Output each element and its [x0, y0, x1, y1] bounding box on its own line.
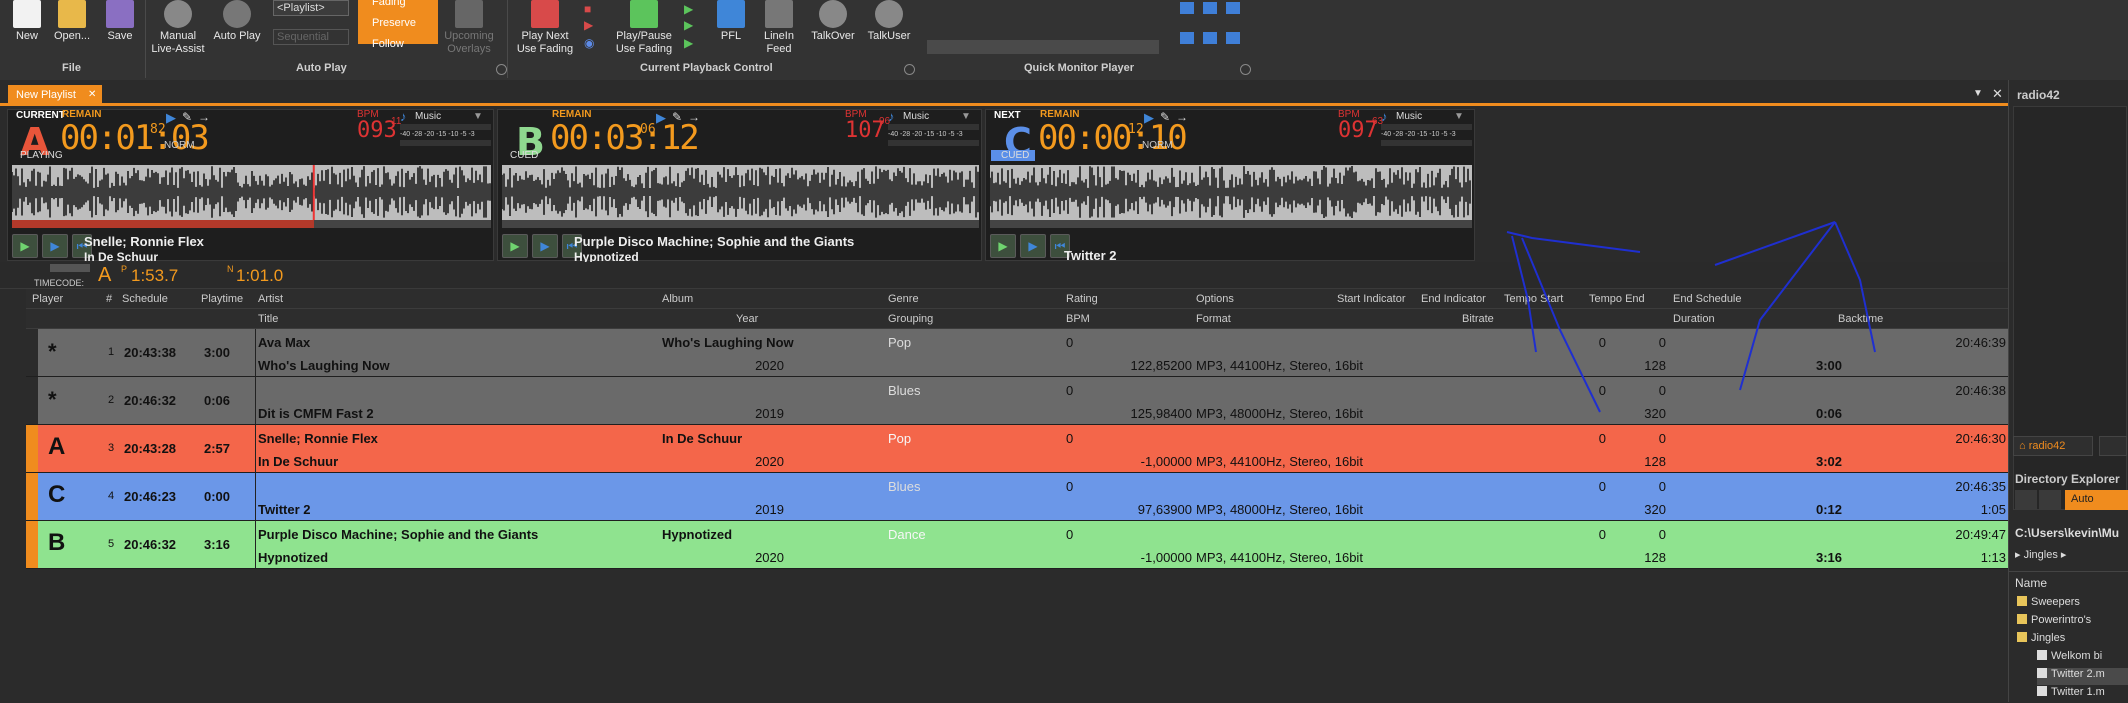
sync-icon[interactable] — [2039, 490, 2061, 510]
file-icon — [2037, 668, 2047, 678]
directory-item[interactable]: Jingles — [2017, 632, 2128, 649]
folder-icon — [2017, 632, 2027, 642]
tab-radio42[interactable]: ⌂ radio42 — [2013, 436, 2093, 456]
auto-button[interactable]: Auto — [2065, 490, 2128, 510]
right-panel: radio42 ⌂ radio42 Directory Explorer Aut… — [2008, 80, 2128, 702]
folder-icon — [2017, 596, 2027, 606]
panel-title: radio42 — [2017, 88, 2060, 102]
folder-icon — [2017, 614, 2027, 624]
tab-world-icon[interactable] — [2099, 436, 2127, 456]
file-icon — [2037, 686, 2047, 696]
file-icon — [2037, 650, 2047, 660]
directory-item[interactable]: Twitter 1.m — [2037, 686, 2128, 703]
directory-explorer-title: Directory Explorer — [2015, 472, 2120, 486]
name-column-header[interactable]: Name — [2015, 576, 2047, 590]
directory-item[interactable]: Powerintro's — [2017, 614, 2128, 631]
pen-annotation — [1506, 221, 1876, 413]
directory-item[interactable]: Twitter 2.m — [2037, 668, 2128, 685]
path-field[interactable]: C:\Users\kevin\Mu — [2015, 526, 2128, 540]
breadcrumb[interactable]: ▸ Jingles ▸ — [2015, 548, 2128, 568]
directory-item[interactable]: Welkom bi — [2037, 650, 2128, 667]
directory-item[interactable]: Sweepers — [2017, 596, 2128, 613]
refresh-icon[interactable] — [2015, 490, 2037, 510]
